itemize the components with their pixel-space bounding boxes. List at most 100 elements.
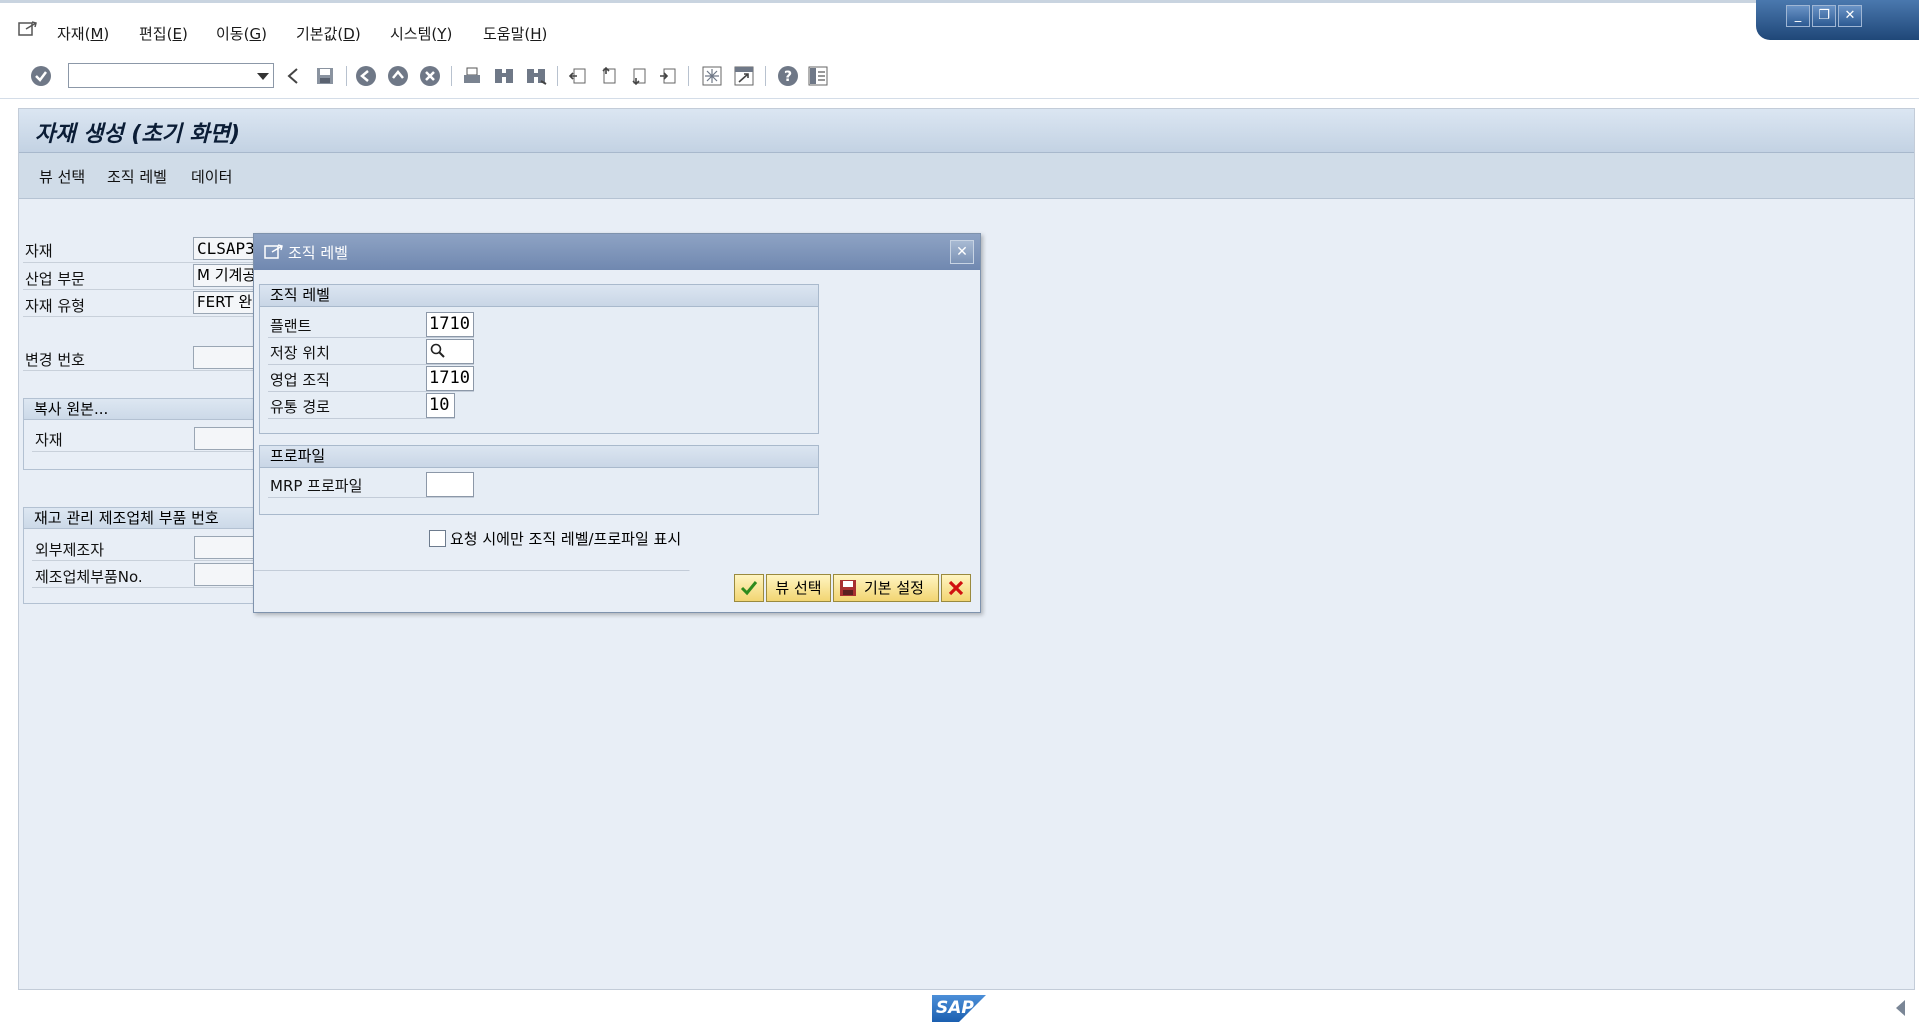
distribution-channel-field[interactable]: 10 bbox=[426, 393, 455, 418]
menu-goto-accel: G bbox=[249, 25, 262, 43]
cancel-x-icon bbox=[948, 580, 964, 596]
default-settings-label: 기본 설정 bbox=[864, 579, 924, 597]
industry-sector-label: 산업 부문 bbox=[25, 270, 85, 288]
copy-from-group-title: 복사 원본... bbox=[24, 399, 267, 420]
menu-defaults-end: ) bbox=[354, 25, 361, 43]
menu-help[interactable]: 도움말(H) bbox=[483, 23, 547, 44]
storage-location-label: 저장 위치 bbox=[270, 344, 330, 362]
continue-button[interactable] bbox=[734, 574, 764, 602]
back-icon[interactable] bbox=[281, 64, 305, 88]
find-icon[interactable] bbox=[492, 64, 516, 88]
menu-edit-label: 편집( bbox=[139, 25, 173, 43]
layout-icon[interactable] bbox=[806, 64, 830, 88]
command-field[interactable] bbox=[68, 63, 274, 88]
plant-label: 플랜트 bbox=[270, 317, 312, 335]
menu-material-end: ) bbox=[103, 25, 110, 43]
prev-page-icon[interactable] bbox=[596, 64, 620, 88]
cancel-button[interactable] bbox=[941, 574, 971, 602]
org-levels-group: 조직 레벨 플랜트 1710 저장 위치 영업 조직 1710 유통 경로 10 bbox=[259, 284, 819, 434]
menu-session-icon[interactable] bbox=[18, 20, 38, 38]
toolbar-separator bbox=[346, 66, 347, 86]
mpn-group-title: 재고 관리 제조업체 부품 번호 bbox=[24, 508, 267, 529]
menu-material-accel: M bbox=[90, 25, 104, 43]
dialog-footer-divider bbox=[254, 570, 980, 571]
page-title: 자재 생성 (초기 화면) bbox=[35, 122, 241, 147]
menu-help-accel: H bbox=[530, 25, 542, 43]
org-levels-on-request-checkbox[interactable] bbox=[429, 530, 446, 547]
mrp-profile-field[interactable] bbox=[426, 472, 474, 497]
next-page-icon[interactable] bbox=[626, 64, 650, 88]
row-divider bbox=[23, 262, 258, 263]
menu-system[interactable]: 시스템(Y) bbox=[390, 23, 452, 44]
sales-org-label: 영업 조직 bbox=[270, 371, 330, 389]
copy-from-group: 복사 원본... 자재 bbox=[23, 398, 268, 470]
menu-goto-label: 이동( bbox=[216, 25, 250, 43]
row-divider bbox=[268, 364, 474, 365]
menu-goto[interactable]: 이동(G) bbox=[216, 23, 267, 44]
enter-icon[interactable] bbox=[29, 64, 53, 88]
data-button[interactable]: 데이터 bbox=[191, 166, 232, 187]
status-bar-toggle-icon[interactable] bbox=[1896, 1000, 1905, 1016]
row-divider bbox=[32, 560, 264, 561]
org-levels-button[interactable]: 조직 레벨 bbox=[107, 166, 167, 187]
help-icon[interactable]: ? bbox=[776, 64, 800, 88]
minimize-icon[interactable]: _ bbox=[1786, 5, 1810, 27]
restore-icon[interactable]: ❐ bbox=[1812, 5, 1836, 27]
exit-icon[interactable] bbox=[386, 64, 410, 88]
storage-location-field[interactable] bbox=[426, 339, 474, 364]
menu-material-label: 자재( bbox=[57, 25, 91, 43]
menu-goto-end: ) bbox=[261, 25, 267, 43]
select-views-dialog-button[interactable]: 뷰 선택 bbox=[766, 574, 831, 602]
row-divider bbox=[32, 587, 264, 588]
row-divider bbox=[23, 316, 258, 317]
material-label: 자재 bbox=[25, 242, 53, 260]
window-controls: _ ❐ ✕ bbox=[1756, 0, 1919, 40]
org-levels-group-title: 조직 레벨 bbox=[260, 285, 818, 307]
toolbar-separator bbox=[557, 66, 558, 86]
checkmark-icon bbox=[740, 581, 758, 596]
title-bar: 자재 생성 (초기 화면) bbox=[19, 109, 1914, 153]
menu-defaults[interactable]: 기본값(D) bbox=[296, 23, 361, 44]
last-page-icon[interactable] bbox=[656, 64, 680, 88]
new-session-icon[interactable] bbox=[700, 64, 724, 88]
back-nav-icon[interactable] bbox=[354, 64, 378, 88]
plant-field[interactable]: 1710 bbox=[426, 312, 474, 337]
first-page-icon[interactable] bbox=[566, 64, 590, 88]
profiles-group-title: 프로파일 bbox=[260, 446, 818, 468]
row-divider bbox=[268, 418, 455, 419]
cancel-icon[interactable] bbox=[418, 64, 442, 88]
menu-edit[interactable]: 편집(E) bbox=[139, 23, 188, 44]
toolbar-separator bbox=[451, 66, 452, 86]
save-icon[interactable] bbox=[313, 64, 337, 88]
dialog-title: 조직 레벨 bbox=[288, 244, 348, 262]
sap-logo: SAP bbox=[932, 995, 986, 1022]
sales-org-field[interactable]: 1710 bbox=[426, 366, 474, 391]
org-levels-on-request-label: 요청 시에만 조직 레벨/프로파일 표시 bbox=[450, 530, 682, 548]
external-manufacturer-label: 외부제조자 bbox=[35, 541, 105, 559]
menu-help-end: ) bbox=[541, 25, 548, 43]
row-divider bbox=[23, 370, 258, 371]
close-icon[interactable]: ✕ bbox=[950, 240, 974, 264]
menu-defaults-accel: D bbox=[343, 25, 355, 43]
search-icon[interactable] bbox=[430, 343, 446, 366]
menu-material[interactable]: 자재(M) bbox=[57, 23, 109, 44]
menu-system-label: 시스템( bbox=[390, 25, 438, 43]
default-settings-button[interactable]: 기본 설정 bbox=[833, 574, 939, 602]
select-views-button[interactable]: 뷰 선택 bbox=[39, 166, 85, 187]
row-divider bbox=[268, 337, 474, 338]
shortcut-icon[interactable] bbox=[732, 64, 756, 88]
distribution-channel-label: 유통 경로 bbox=[270, 398, 330, 416]
application-toolbar: 뷰 선택 조직 레벨 데이터 bbox=[19, 153, 1914, 199]
mpn-group: 재고 관리 제조업체 부품 번호 외부제조자 제조업체부품No. bbox=[23, 507, 268, 604]
profiles-group: 프로파일 MRP 프로파일 bbox=[259, 445, 819, 515]
find-next-icon[interactable] bbox=[524, 64, 548, 88]
menu-help-label: 도움말( bbox=[483, 25, 531, 43]
close-window-icon[interactable]: ✕ bbox=[1838, 5, 1862, 27]
chevron-down-icon[interactable] bbox=[257, 73, 269, 80]
svg-text:?: ? bbox=[784, 69, 792, 85]
menu-edit-end: ) bbox=[181, 25, 188, 43]
toolbar-separator bbox=[765, 66, 766, 86]
dialog-session-icon bbox=[264, 243, 284, 265]
menu-system-end: ) bbox=[446, 25, 453, 43]
print-icon[interactable] bbox=[460, 64, 484, 88]
